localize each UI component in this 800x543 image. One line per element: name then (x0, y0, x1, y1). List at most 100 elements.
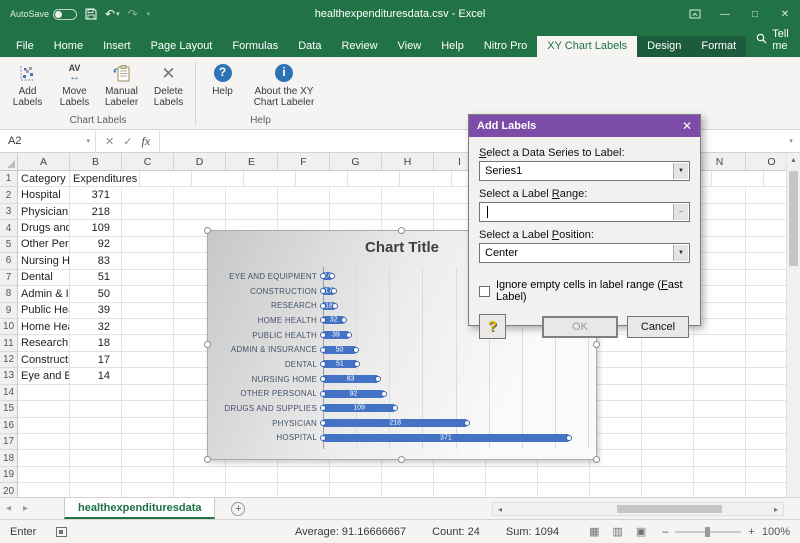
tab-xy-chart-labels[interactable]: XY Chart Labels (537, 36, 637, 57)
undo-caret-icon[interactable]: ▾ (116, 11, 120, 18)
sheet-nav-left-icon[interactable]: ◂ (0, 498, 17, 519)
row-header-2[interactable]: 2 (0, 187, 18, 203)
chart-handle[interactable] (593, 456, 600, 463)
cell-A2[interactable]: Hospital (18, 187, 70, 203)
cell-F3[interactable] (278, 204, 330, 220)
chart-handle[interactable] (398, 456, 405, 463)
cell-H20[interactable] (382, 483, 434, 497)
position-dropdown-icon[interactable]: ▼ (673, 245, 688, 261)
name-box[interactable]: A2 ▾ (0, 130, 96, 152)
new-sheet-button[interactable]: + (231, 498, 245, 519)
data-point-marker[interactable] (320, 303, 326, 309)
cell-K19[interactable] (538, 467, 590, 483)
cell-L16[interactable] (590, 418, 642, 434)
cell-B7[interactable]: 51 (70, 270, 122, 286)
cell-B1[interactable]: Expenditures (70, 171, 140, 187)
cell-D19[interactable] (174, 467, 226, 483)
cell-L20[interactable] (590, 483, 642, 497)
cell-N9[interactable] (694, 303, 746, 319)
data-point-marker[interactable] (320, 391, 326, 397)
series-combobox[interactable]: Series1 ▼ (479, 161, 690, 181)
cell-N3[interactable] (694, 204, 746, 220)
chart-bar[interactable]: 83 (323, 375, 378, 383)
cell-F2[interactable] (278, 187, 330, 203)
row-header-1[interactable]: 1 (0, 171, 18, 187)
cell-N16[interactable] (694, 418, 746, 434)
tab-insert[interactable]: Insert (93, 36, 141, 57)
tab-nitro-pro[interactable]: Nitro Pro (474, 36, 537, 57)
cell-C15[interactable] (122, 401, 174, 417)
fast-label-checkbox[interactable] (479, 286, 490, 297)
cell-B15[interactable] (70, 401, 122, 417)
cell-C6[interactable] (122, 253, 174, 269)
row-header-17[interactable]: 17 (0, 434, 18, 450)
dialog-help-button[interactable]: ? (479, 314, 506, 339)
scroll-right-icon[interactable]: ▸ (769, 505, 783, 514)
column-header-n[interactable]: N (694, 153, 746, 170)
range-refedit-icon[interactable]: – (673, 204, 688, 220)
row-header-7[interactable]: 7 (0, 270, 18, 286)
data-point-marker[interactable] (320, 288, 326, 294)
cancel-entry-icon[interactable]: ✕ (105, 135, 114, 148)
ribbon-display-options-icon[interactable] (680, 0, 710, 28)
data-point-marker[interactable] (464, 420, 470, 426)
chart-bar[interactable]: 39 (323, 331, 349, 339)
cell-M19[interactable] (642, 467, 694, 483)
move-labels-button[interactable]: AV ↔ Move Labels (51, 58, 98, 108)
cell-N12[interactable] (694, 352, 746, 368)
cell-F20[interactable] (278, 483, 330, 497)
chart-handle[interactable] (204, 456, 211, 463)
cell-C5[interactable] (122, 237, 174, 253)
cell-F1[interactable] (296, 171, 348, 187)
dialog-title-bar[interactable]: Add Labels ✕ (469, 115, 700, 137)
data-point-marker[interactable] (332, 303, 338, 309)
cell-A3[interactable]: Physician (18, 204, 70, 220)
cell-B19[interactable] (70, 467, 122, 483)
cell-N13[interactable] (694, 368, 746, 384)
row-header-16[interactable]: 16 (0, 418, 18, 434)
page-layout-view-icon[interactable]: ▥ (612, 525, 622, 538)
row-header-20[interactable]: 20 (0, 483, 18, 497)
series-dropdown-icon[interactable]: ▼ (673, 163, 688, 179)
page-break-view-icon[interactable]: ▣ (636, 525, 646, 538)
tab-format[interactable]: Format (691, 36, 746, 57)
cell-A9[interactable]: Public Hea (18, 303, 70, 319)
data-point-marker[interactable] (320, 273, 326, 279)
data-point-marker[interactable] (320, 405, 326, 411)
cell-N19[interactable] (694, 467, 746, 483)
cell-C16[interactable] (122, 418, 174, 434)
row-header-14[interactable]: 14 (0, 385, 18, 401)
cell-E19[interactable] (226, 467, 278, 483)
cell-L12[interactable] (590, 352, 642, 368)
cell-C3[interactable] (122, 204, 174, 220)
cell-A1[interactable]: Category (18, 171, 70, 187)
zoom-in-icon[interactable]: + (748, 526, 754, 538)
cell-B11[interactable]: 18 (70, 335, 122, 351)
data-point-marker[interactable] (566, 435, 572, 441)
sheet-nav-right-icon[interactable]: ▸ (17, 498, 34, 519)
help-button[interactable]: ? Help (199, 58, 246, 97)
row-header-11[interactable]: 11 (0, 335, 18, 351)
row-header-12[interactable]: 12 (0, 352, 18, 368)
tell-me-box[interactable]: Tell me (746, 28, 799, 57)
data-point-marker[interactable] (320, 317, 326, 323)
cell-C4[interactable] (122, 220, 174, 236)
cell-C17[interactable] (122, 434, 174, 450)
cell-A13[interactable]: Eye and E (18, 368, 70, 384)
cell-A7[interactable]: Dental (18, 270, 70, 286)
cell-C1[interactable] (140, 171, 192, 187)
cell-N14[interactable] (694, 385, 746, 401)
chart-bar[interactable]: 32 (323, 316, 344, 324)
macro-record-icon[interactable] (56, 527, 67, 537)
data-point-marker[interactable] (341, 317, 347, 323)
cell-H3[interactable] (382, 204, 434, 220)
cell-A14[interactable] (18, 385, 70, 401)
cell-N5[interactable] (694, 237, 746, 253)
ok-button[interactable]: OK (542, 316, 618, 338)
zoom-slider-thumb[interactable] (705, 527, 710, 537)
chart-bar[interactable]: 92 (323, 390, 384, 398)
column-header-a[interactable]: A (18, 153, 70, 170)
data-point-marker[interactable] (320, 361, 326, 367)
column-header-c[interactable]: C (122, 153, 174, 170)
cell-M16[interactable] (642, 418, 694, 434)
